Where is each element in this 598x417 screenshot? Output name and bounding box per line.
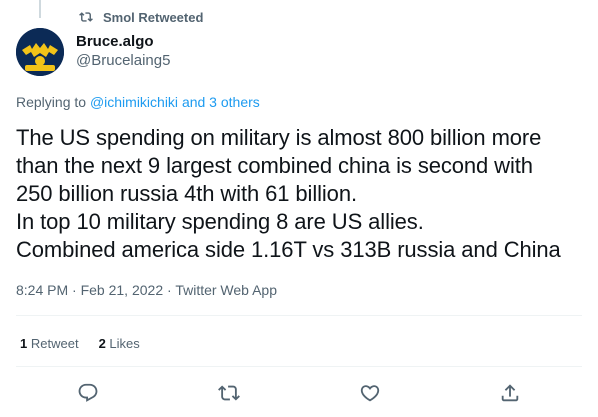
tweet-line: than the next 9 largest combined china i…: [16, 153, 533, 178]
tweet-time[interactable]: 8:24 PM: [16, 282, 68, 298]
share-button[interactable]: [498, 381, 522, 405]
tweet-line: In top 10 military spending 8 are US all…: [16, 209, 424, 234]
divider: [16, 366, 582, 367]
meta-separator: ·: [68, 282, 81, 298]
retweets-label: Retweet: [30, 336, 79, 351]
retweet-icon: [218, 385, 240, 401]
display-name[interactable]: Bruce.algo: [76, 33, 170, 51]
tweet-date[interactable]: Feb 21, 2022: [81, 282, 164, 298]
others-link[interactable]: and 3 others: [182, 94, 260, 110]
retweets-count: 1: [20, 336, 28, 351]
likes-stat[interactable]: 2 Likes: [99, 336, 140, 351]
tweet-line: 250 billion russia 4th with 61 billion.: [16, 181, 357, 206]
tweet-meta: 8:24 PM · Feb 21, 2022 · Twitter Web App: [16, 282, 277, 298]
engagement-stats: 1 Retweet 2 Likes: [20, 336, 140, 351]
thread-connector-line: [39, 0, 41, 18]
like-button[interactable]: [358, 381, 382, 405]
social-context-label: Smol Retweeted: [103, 9, 204, 25]
tweet-text: The US spending on military is almost 80…: [16, 124, 586, 264]
reply-button[interactable]: [76, 381, 100, 405]
divider: [16, 315, 582, 316]
likes-count: 2: [98, 336, 106, 351]
tweet-source[interactable]: Twitter Web App: [175, 282, 277, 298]
retweet-button[interactable]: [217, 381, 241, 405]
replying-prefix: Replying to: [16, 94, 90, 110]
likes-label: Likes: [109, 336, 140, 351]
user-handle[interactable]: @Brucelaing5: [76, 51, 170, 71]
tweet-line: The US spending on military is almost 80…: [16, 125, 542, 150]
action-bar: [0, 381, 598, 409]
tweet-line: Combined america side 1.16T vs 313B russ…: [16, 237, 561, 262]
user-block[interactable]: Bruce.algo @Brucelaing5: [76, 33, 170, 71]
replying-to: Replying to @ichimikichiki and 3 others: [16, 94, 260, 110]
mention-link[interactable]: @ichimikichiki: [90, 94, 178, 110]
social-context[interactable]: Smol Retweeted: [79, 9, 203, 25]
bat-logo-avatar-icon: [16, 28, 64, 76]
meta-separator: ·: [163, 282, 176, 298]
retweets-stat[interactable]: 1 Retweet: [20, 336, 79, 351]
retweet-icon: [79, 10, 93, 24]
reply-icon: [78, 383, 98, 402]
heart-icon: [360, 385, 380, 402]
avatar[interactable]: [16, 28, 64, 76]
share-icon: [501, 384, 519, 402]
